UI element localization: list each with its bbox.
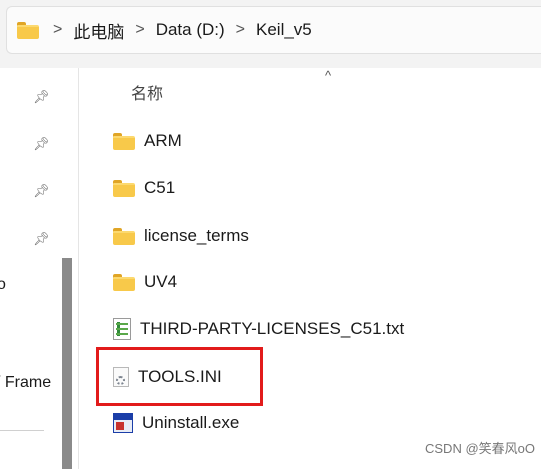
nav-item-partial[interactable]: / Frame bbox=[0, 374, 51, 392]
folder-icon bbox=[113, 227, 135, 245]
file-name: license_terms bbox=[144, 226, 249, 245]
breadcrumb[interactable]: > 此电脑 > Data (D:) > Keil_v5 bbox=[6, 6, 541, 54]
pin-icon[interactable]: 📌︎ bbox=[33, 89, 50, 105]
highlight-box bbox=[96, 347, 263, 406]
breadcrumb-this-pc[interactable]: 此电脑 bbox=[73, 18, 124, 43]
navigation-pane: 📌︎ 📌︎ 📌︎ 📌︎ o / Frame bbox=[0, 68, 78, 469]
nav-divider bbox=[0, 430, 44, 431]
file-name: C51 bbox=[144, 178, 176, 197]
list-item[interactable]: ARM bbox=[113, 128, 182, 154]
nav-item-partial[interactable]: o bbox=[0, 276, 6, 294]
list-item[interactable]: UV4 bbox=[113, 269, 177, 295]
file-name: UV4 bbox=[144, 272, 178, 291]
folder-icon bbox=[113, 132, 135, 150]
file-name: ARM bbox=[144, 131, 182, 150]
breadcrumb-separator-icon: > bbox=[135, 21, 145, 38]
file-list: ^ 名称 ARM C51 license_terms UV4 THIRD-PAR… bbox=[79, 68, 541, 469]
pin-icon[interactable]: 📌︎ bbox=[33, 231, 50, 247]
text-file-icon bbox=[113, 318, 131, 340]
breadcrumb-keil-v5[interactable]: Keil_v5 bbox=[256, 20, 312, 40]
list-item[interactable]: C51 bbox=[113, 175, 175, 201]
list-item[interactable]: license_terms bbox=[113, 223, 249, 249]
sort-ascending-icon[interactable]: ^ bbox=[325, 68, 331, 83]
column-header-name[interactable]: 名称 bbox=[131, 80, 163, 104]
exe-icon bbox=[113, 413, 133, 433]
folder-icon bbox=[113, 273, 135, 291]
file-name: Uninstall.exe bbox=[142, 413, 240, 432]
breadcrumb-separator-icon: > bbox=[235, 21, 245, 38]
breadcrumb-data-drive[interactable]: Data (D:) bbox=[156, 20, 225, 40]
address-bar: > 此电脑 > Data (D:) > Keil_v5 bbox=[0, 0, 541, 68]
folder-icon bbox=[17, 21, 39, 39]
file-name: THIRD-PARTY-LICENSES_C51.txt bbox=[140, 319, 405, 338]
watermark: CSDN @笑春风oO bbox=[425, 441, 535, 456]
list-item[interactable]: Uninstall.exe bbox=[113, 410, 239, 436]
breadcrumb-separator-icon: > bbox=[53, 21, 63, 38]
nav-scrollbar[interactable] bbox=[62, 258, 72, 469]
pin-icon[interactable]: 📌︎ bbox=[33, 183, 50, 199]
list-item[interactable]: THIRD-PARTY-LICENSES_C51.txt bbox=[113, 316, 404, 342]
pin-icon[interactable]: 📌︎ bbox=[33, 136, 50, 152]
folder-icon bbox=[113, 179, 135, 197]
